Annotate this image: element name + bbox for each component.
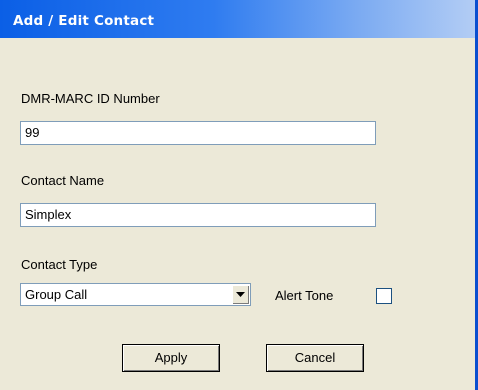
chevron-down-icon (236, 292, 245, 297)
apply-button[interactable]: Apply (122, 344, 220, 372)
id-number-input[interactable]: 99 (20, 121, 376, 145)
contact-type-select[interactable]: Group Call (20, 283, 251, 306)
dropdown-button[interactable] (232, 285, 249, 304)
contact-name-input[interactable]: Simplex (20, 203, 376, 227)
dialog-title: Add / Edit Contact (13, 13, 155, 29)
cancel-button[interactable]: Cancel (266, 344, 364, 372)
id-number-label: DMR-MARC ID Number (21, 91, 160, 106)
alert-tone-label: Alert Tone (275, 288, 334, 303)
contact-type-label: Contact Type (21, 257, 98, 272)
alert-tone-checkbox[interactable] (376, 288, 392, 304)
contact-type-value: Group Call (25, 287, 88, 302)
title-bar[interactable]: Add / Edit Contact (0, 0, 475, 38)
contact-name-label: Contact Name (21, 173, 105, 188)
add-edit-contact-dialog: Add / Edit Contact DMR-MARC ID Number 99… (0, 0, 478, 390)
